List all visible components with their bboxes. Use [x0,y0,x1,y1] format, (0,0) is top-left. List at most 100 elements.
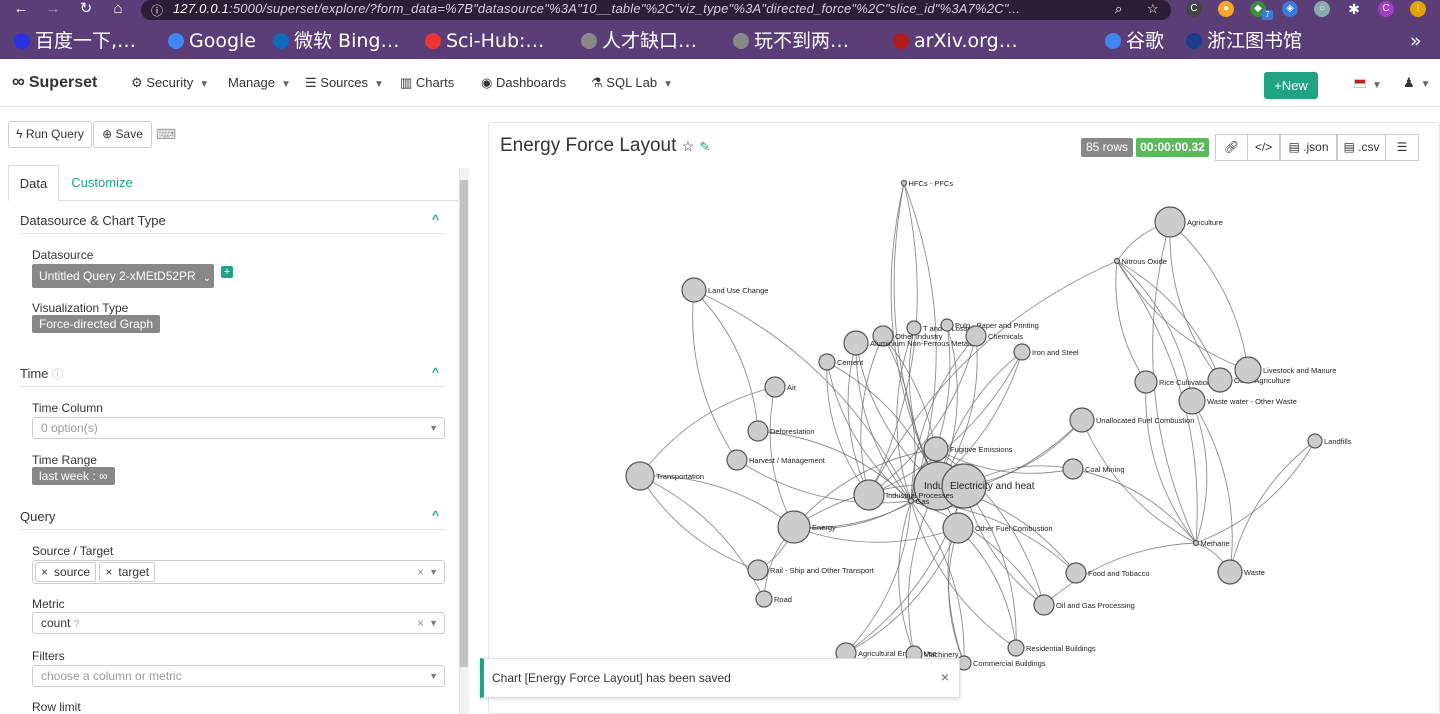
graph-node[interactable]: Other Fuel Combustion [942,512,1053,544]
bookmark-item[interactable]: 浙江图书馆 [1186,29,1302,53]
keyboard-icon[interactable]: ⌨ [156,126,176,143]
home-icon[interactable]: ⌂ [107,0,129,18]
site-info-icon[interactable]: ⓘ [151,2,163,19]
graph-node-circle[interactable] [1307,433,1323,449]
graph-node[interactable]: Waste water - Other Waste [1178,387,1297,415]
graph-node[interactable]: Cement [818,353,864,371]
more-menu-button[interactable]: ☰ [1385,134,1419,161]
graph-node-circle[interactable] [1207,367,1233,393]
graph-node-circle[interactable] [1033,594,1055,616]
graph-node-circle[interactable] [923,436,949,462]
time-range-select[interactable]: last week : ∞ [32,467,115,485]
clear-icon[interactable]: × [417,562,424,582]
run-query-button[interactable]: ϟ Run Query [8,121,92,148]
graph-node-circle[interactable] [1234,356,1262,384]
extension-shield-icon[interactable]: ◈ [1282,1,1298,17]
graph-node[interactable]: Food and Tobacco [1065,562,1150,584]
new-button[interactable]: +New [1264,72,1318,99]
datasource-select[interactable]: Untitled Query 2-xMEtD52PR ⌄ [32,264,214,288]
extensions-puzzle-icon[interactable]: ✱ [1346,1,1362,17]
graph-node-circle[interactable] [1069,407,1095,433]
graph-node[interactable]: Oil and Gas Processing [1033,594,1135,616]
graph-node[interactable]: Rice Cultivation [1134,370,1211,394]
graph-node[interactable]: Land Use Change [681,277,768,303]
user-menu[interactable]: ♟ ▼ [1403,75,1431,91]
force-directed-graph[interactable]: Agriculture Nitrous Oxide HFCs - PFCs Land … [490,170,1438,714]
graph-node-circle[interactable] [777,510,811,544]
time-column-select[interactable]: 0 option(s) ▼ [32,417,445,439]
scrollbar-thumb[interactable] [460,180,468,667]
bookmarks-overflow-icon[interactable]: » [1410,29,1422,53]
save-button[interactable]: ⊕ Save [93,121,152,148]
graph-node[interactable]: Commercial Buildings [956,655,1046,671]
graph-node-circle[interactable] [1217,559,1243,585]
graph-node-circle[interactable] [900,179,908,187]
nav-security[interactable]: ⚙ Security ▼ [131,75,209,91]
graph-node-circle[interactable] [747,559,769,581]
graph-node[interactable]: Electricity and heat [941,463,1035,509]
metric-select[interactable]: count ? × ▼ [32,612,445,634]
graph-node-circle[interactable] [906,320,922,336]
bookmark-item[interactable]: 谷歌 [1105,29,1164,53]
json-button[interactable]: ▤ .json [1280,134,1337,161]
bookmark-item[interactable]: Google [168,29,256,53]
chart-title[interactable]: Energy Force Layout ☆ ✎ [500,135,710,157]
nav-charts[interactable]: ▥ Charts [400,75,454,91]
graph-node[interactable]: Air [764,376,797,398]
graph-node[interactable]: Pulp - Paper and Printing [940,318,1039,332]
chevron-up-icon[interactable]: ^ [432,212,439,226]
edit-icon[interactable]: ✎ [700,139,711,154]
graph-node-circle[interactable] [747,420,769,442]
graph-node[interactable]: Harvest / Management [726,449,826,471]
graph-node-circle[interactable] [1065,562,1087,584]
graph-node-circle[interactable] [1062,458,1084,480]
viz-type-select[interactable]: Force-directed Graph [32,315,161,333]
clear-icon[interactable]: × [417,613,424,633]
bookmark-item[interactable]: 人才缺口… [581,29,697,53]
graph-node-circle[interactable] [1192,539,1200,547]
graph-node-circle[interactable] [726,449,748,471]
source-target-select[interactable]: × source × target × ▼ [32,560,445,584]
forward-icon[interactable]: → [42,0,64,18]
superset-logo[interactable]: ∞ Superset [12,71,97,92]
section-time[interactable]: Time ⓘ [20,366,63,382]
graph-node-circle[interactable] [755,590,773,608]
graph-node-circle[interactable] [965,325,987,347]
filters-select[interactable]: choose a column or metric ▼ [32,665,445,687]
update-icon[interactable]: ! [1410,1,1426,17]
address-bar[interactable]: ⓘ 127.0.0.1:5000/superset/explore/?form_… [141,0,1171,20]
graph-node-circle[interactable] [1134,370,1158,394]
language-selector[interactable]: ▼ [1354,76,1382,91]
add-datasource-icon[interactable]: + [221,266,233,278]
graph-node[interactable]: Transportation [625,461,704,491]
graph-node[interactable]: Agriculture [1154,206,1223,238]
graph-node-circle[interactable] [681,277,707,303]
graph-node[interactable]: Coal Mining [1062,458,1125,480]
graph-node-circle[interactable] [1013,343,1031,361]
remove-icon[interactable]: × [105,565,112,579]
bookmark-item[interactable]: Sci-Hub:… [425,29,544,53]
graph-node-circle[interactable] [942,512,974,544]
bookmark-item[interactable]: 玩不到两… [733,29,849,53]
remove-icon[interactable]: × [41,565,48,579]
graph-node-circle[interactable] [1178,387,1206,415]
tab-data[interactable]: Data [8,165,59,201]
bookmark-item[interactable]: 微软 Bing… [273,29,399,53]
chevron-up-icon[interactable]: ^ [432,508,439,522]
graph-node-circle[interactable] [1007,639,1025,657]
graph-node-circle[interactable] [907,497,915,505]
graph-node[interactable]: Waste [1217,559,1265,585]
graph-node-circle[interactable] [764,376,786,398]
bookmark-item[interactable]: 百度一下,… [14,29,136,53]
star-icon[interactable]: ☆ [682,138,695,154]
graph-node-circle[interactable] [1113,257,1121,265]
graph-node-circle[interactable] [1154,206,1186,238]
graph-node[interactable]: Landfills [1307,433,1352,449]
graph-node[interactable]: Residential Buildings [1007,639,1096,657]
graph-node[interactable]: Road [755,590,792,608]
graph-node-circle[interactable] [940,318,954,332]
section-datasource-chart-type[interactable]: Datasource & Chart Type [20,213,166,228]
link-button[interactable]: 🔗︎ [1215,134,1248,161]
extension-circle-icon[interactable]: ○ [1314,1,1330,17]
extension-bulb-icon[interactable]: ● [1218,1,1234,17]
